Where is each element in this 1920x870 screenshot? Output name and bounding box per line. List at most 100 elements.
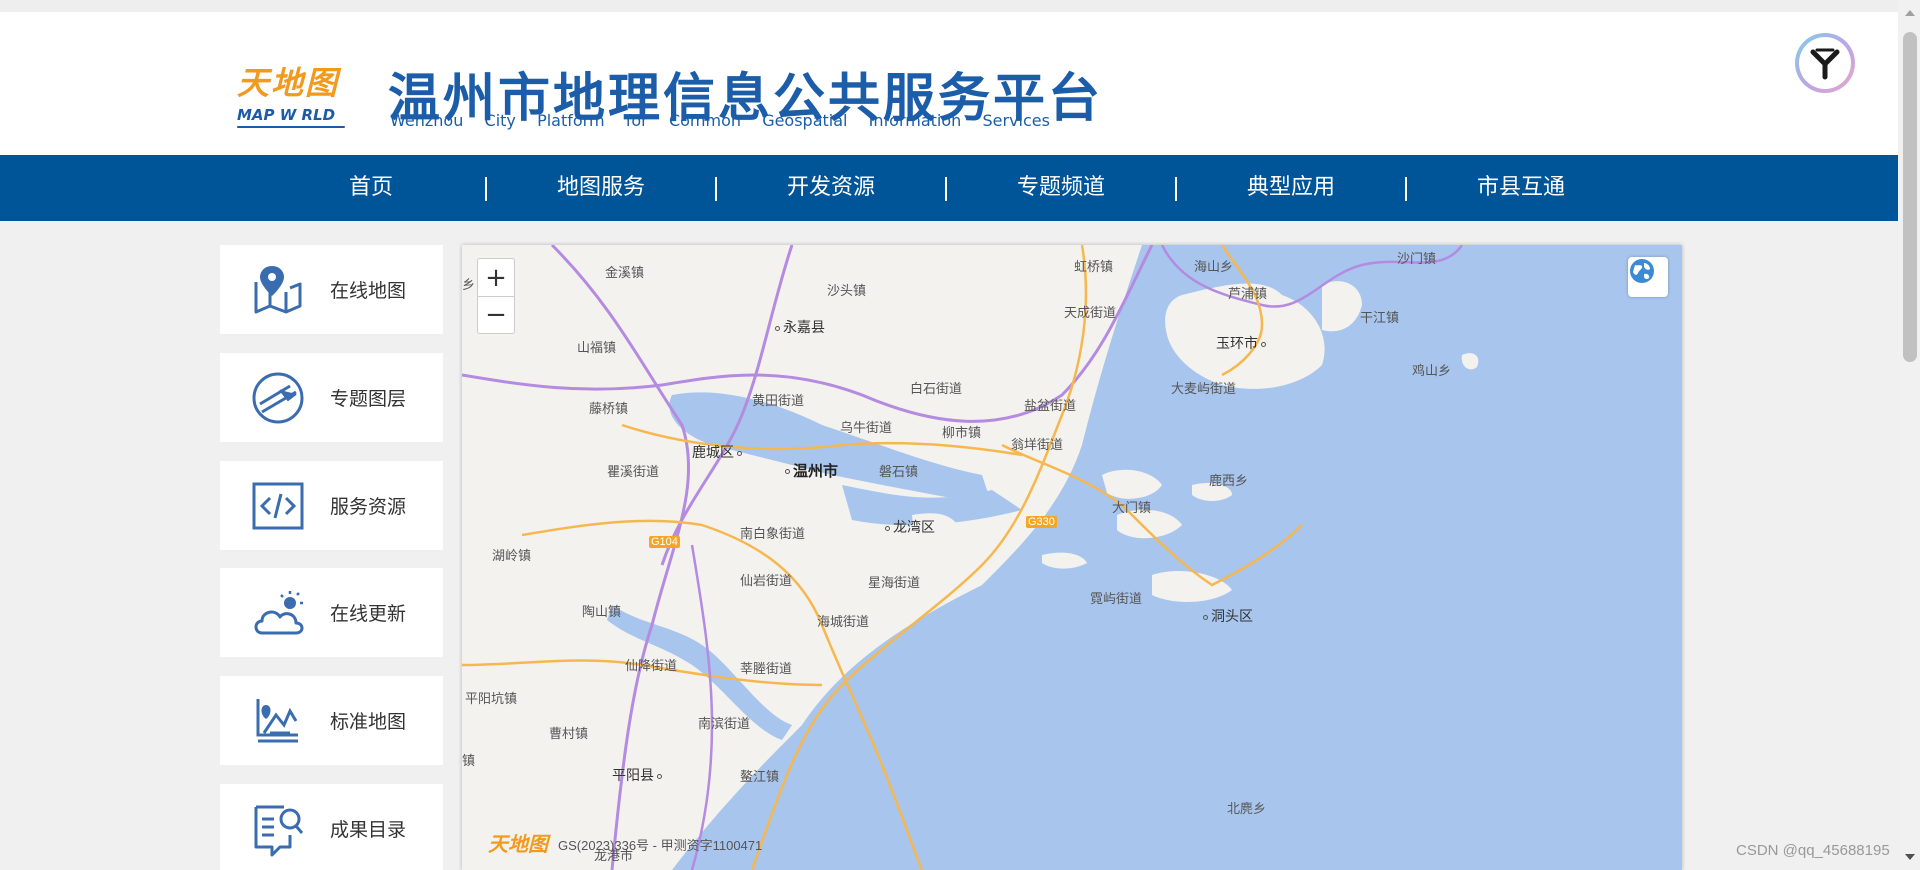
place-label: 藤桥镇 [589, 402, 629, 417]
map-pin-icon [248, 260, 308, 320]
sidebar-item-label: 成果目录 [330, 819, 407, 841]
sidebar-item-label: 在线更新 [330, 603, 407, 625]
place-label: 平阳坑镇 [465, 692, 518, 707]
place-label: 温州市 [793, 462, 839, 480]
code-icon [248, 476, 308, 536]
place-label: 洞头区 [1211, 609, 1253, 625]
place-label: 湖岭镇 [492, 549, 532, 564]
site-subtitle: Wenzhou City Platform for Common Geospat… [390, 111, 1050, 130]
place-dot [737, 450, 742, 456]
place-dot [1203, 614, 1208, 620]
page-scrollbar[interactable] [1898, 0, 1920, 870]
nav-separator [715, 177, 717, 201]
place-label-wenzhou: 温州市 [782, 460, 838, 481]
nav-separator [945, 177, 947, 201]
nav-item-topics[interactable]: 专题频道 [981, 155, 1141, 221]
place-dot [657, 773, 662, 779]
tianditu-logo[interactable]: 天地图 MAP W RLD [233, 54, 353, 132]
zoom-control: + − [477, 258, 515, 334]
nav-separator [1175, 177, 1177, 201]
sidebar-item-label: 服务资源 [330, 496, 407, 518]
scroll-thumb[interactable] [1903, 32, 1917, 362]
nav-item-county-link[interactable]: 市县互通 [1441, 155, 1601, 221]
y-logo-icon [1810, 48, 1840, 80]
place-label: 山福镇 [577, 341, 617, 356]
place-label: 莘塍街道 [740, 662, 793, 677]
place-label: 乡 [462, 278, 476, 293]
place-label: 沙头镇 [827, 284, 867, 299]
place-label: 玉环市 [1216, 336, 1258, 352]
subtitle-word: Common [668, 111, 741, 130]
logo-en-text: MAP W RLD [237, 106, 336, 124]
nav-item-applications[interactable]: 典型应用 [1211, 155, 1371, 221]
sidebar-item-online-update[interactable]: 在线更新 [220, 568, 443, 657]
place-label: 鳌江镇 [740, 770, 780, 785]
place-label-pingyang: 平阳县 [612, 765, 665, 785]
place-dot [1261, 341, 1266, 347]
nav-separator [485, 177, 487, 201]
watermark-text: CSDN @qq_45688195 [1736, 842, 1890, 859]
place-label: 北麂乡 [1227, 802, 1267, 817]
scroll-down-arrow[interactable] [1905, 854, 1915, 860]
place-label: 霓屿街道 [1090, 592, 1143, 607]
place-label: 瞿溪街道 [607, 465, 660, 480]
nav-item-map-service[interactable]: 地图服务 [521, 155, 681, 221]
place-label-yuhuan: 玉环市 [1216, 333, 1269, 353]
site-header: 天地图 MAP W RLD 温州市地理信息公共服务平台 Wenzhou City… [0, 12, 1898, 155]
sidebar-item-results-catalog[interactable]: 成果目录 [220, 784, 443, 870]
place-label: 星海街道 [868, 576, 921, 591]
place-label: 龙湾区 [893, 520, 935, 536]
place-dot [775, 325, 780, 331]
place-label: 南滨街道 [698, 717, 751, 732]
zoom-out-button[interactable]: − [478, 296, 514, 333]
standard-map-icon [248, 691, 308, 751]
sidebar-item-service-resources[interactable]: 服务资源 [220, 461, 443, 550]
sidebar-item-online-map[interactable]: 在线地图 [220, 245, 443, 334]
nav-item-dev-resources[interactable]: 开发资源 [751, 155, 911, 221]
place-label: 南白象街道 [740, 527, 806, 542]
main-nav: 首页 地图服务 开发资源 专题频道 典型应用 市县互通 [0, 155, 1898, 221]
place-label: 沙门镇 [1397, 252, 1437, 267]
map-tianditu-logo: 天地图 [488, 832, 548, 856]
cloud-update-icon [248, 583, 308, 643]
place-label-lucheng: 鹿城区 [692, 442, 745, 462]
sidebar-item-standard-map[interactable]: 标准地图 [220, 676, 443, 765]
place-label: 黄田街道 [752, 394, 805, 409]
place-label: 大麦屿街道 [1171, 382, 1237, 397]
nav-item-home[interactable]: 首页 [291, 155, 451, 221]
road-badge: G104 [649, 536, 680, 548]
zoom-in-button[interactable]: + [478, 259, 514, 296]
subtitle-word: for [625, 111, 648, 130]
map-copyright: GS(2023)336号 - 甲测资字1100471 [558, 838, 763, 853]
map-view[interactable]: 金溪镇 乡 沙头镇 虹桥镇 海山乡 沙门镇 永嘉县 天成街道 芦浦镇 干江镇 山… [462, 245, 1682, 870]
place-label: 鹿城区 [692, 445, 734, 461]
scroll-up-arrow[interactable] [1905, 10, 1915, 16]
road-badge: G330 [1026, 516, 1057, 528]
place-label: 虹桥镇 [1074, 260, 1114, 275]
place-label: 芦浦镇 [1228, 287, 1268, 302]
sidebar-item-label: 标准地图 [330, 711, 407, 733]
place-label: 白石街道 [910, 382, 963, 397]
place-label: 平阳县 [612, 768, 654, 784]
subtitle-word: Platform [537, 111, 605, 130]
subtitle-word: City [484, 111, 516, 130]
accessibility-icon[interactable] [1795, 33, 1855, 93]
place-label-yongjia: 永嘉县 [772, 317, 825, 337]
place-label: 大门镇 [1112, 501, 1152, 516]
catalog-search-icon [248, 799, 308, 859]
subtitle-word: Geospatial [762, 111, 848, 130]
place-label: 曹村镇 [549, 727, 589, 742]
layers-icon [248, 368, 308, 428]
place-label: 翁垟街道 [1011, 438, 1064, 453]
nav-separator [1405, 177, 1407, 201]
sidebar-item-thematic-layers[interactable]: 专题图层 [220, 353, 443, 442]
place-label: 仙岩街道 [740, 574, 793, 589]
accessibility-icon-inner [1799, 37, 1851, 89]
subtitle-word: Services [982, 111, 1050, 130]
place-label: 鹿西乡 [1209, 474, 1249, 489]
place-label: 乌牛街道 [840, 421, 893, 436]
subtitle-word: Information [868, 111, 962, 130]
layer-switch-button[interactable] [1628, 257, 1668, 297]
sidebar-item-label: 在线地图 [330, 280, 407, 302]
subtitle-word: Wenzhou [390, 111, 464, 130]
